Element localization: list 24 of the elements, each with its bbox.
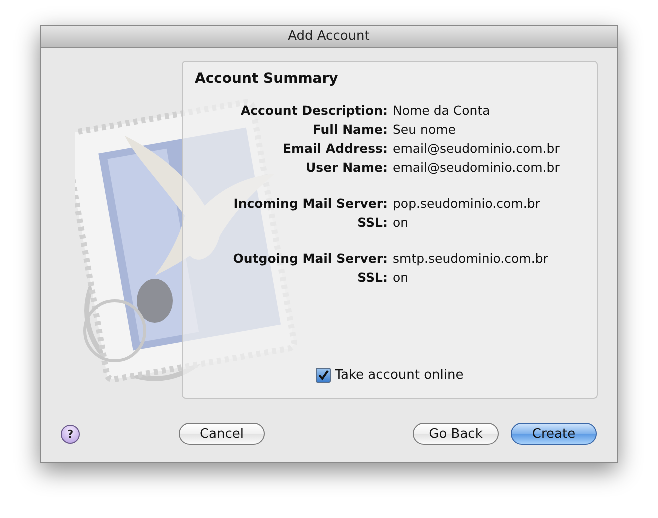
checkbox[interactable] xyxy=(316,368,332,383)
field-label: Full Name: xyxy=(312,121,388,138)
field-value: email@seudominio.com.br xyxy=(393,159,561,176)
field-value: Seu nome xyxy=(393,121,457,138)
window-title: Add Account xyxy=(288,29,370,44)
field-value: smtp.seudominio.com.br xyxy=(393,250,550,267)
field-label: Account Description: xyxy=(240,102,388,119)
field-value: on xyxy=(393,269,410,286)
push-button[interactable]: Go Back xyxy=(413,423,499,445)
default-button[interactable]: Create xyxy=(511,423,597,445)
field-label: SSL: xyxy=(356,214,388,231)
field-value: email@seudominio.com.br xyxy=(393,140,561,157)
checkbox-label: Take account online xyxy=(335,368,464,383)
push-button[interactable]: Cancel xyxy=(179,423,265,445)
field-value: on xyxy=(393,214,410,231)
section-title: Account Summary xyxy=(195,71,340,87)
field-label: Email Address: xyxy=(282,140,388,157)
field-label: Incoming Mail Server: xyxy=(232,195,388,212)
field-value: Nome da Conta xyxy=(393,102,492,119)
field-label: SSL: xyxy=(356,269,388,286)
help-button[interactable]: ? xyxy=(61,424,80,444)
field-value: pop.seudominio.com.br xyxy=(393,195,542,212)
field-label: Outgoing Mail Server: xyxy=(232,250,388,267)
field-label: User Name: xyxy=(305,159,388,176)
